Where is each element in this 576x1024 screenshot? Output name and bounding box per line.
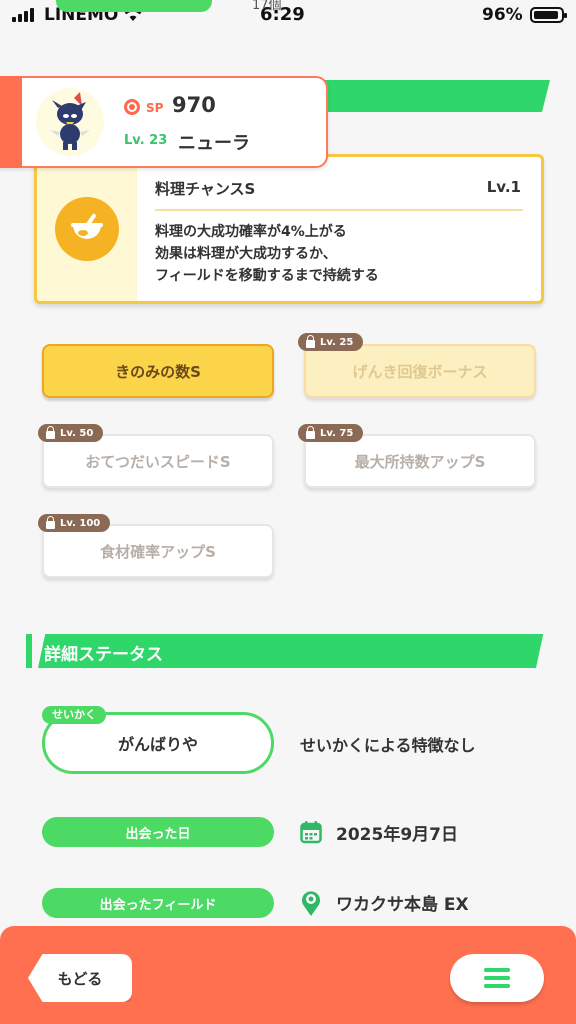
section-title: 詳細ステータス <box>44 645 163 665</box>
sub-skill-1-button[interactable]: きのみの数S <box>42 344 274 398</box>
sub-skill-4-button[interactable]: 最大所持数アップS <box>304 434 536 488</box>
main-skill-level: Lv.1 <box>486 178 521 196</box>
pokemon-avatar <box>36 88 104 156</box>
sub-skill-2-button[interactable]: げんき回復ボーナス <box>304 344 536 398</box>
lock-icon <box>46 425 55 439</box>
nature-effect: せいかくによる特徴なし <box>300 736 476 755</box>
lock-badge-lv25: Lv. 25 <box>298 333 364 351</box>
lock-icon <box>306 334 315 348</box>
main-skill-description: 料理の大成功確率が4%上がる 効果は料理が大成功するか、 フィールドを移動するま… <box>155 224 379 284</box>
met-field: ワカクサ本島 EX <box>336 895 469 915</box>
lock-icon <box>306 425 315 439</box>
sub-skill-label: げんき回復ボーナス <box>352 362 488 381</box>
lock-icon <box>46 515 55 529</box>
divider <box>155 209 523 211</box>
sub-skill-label: おてつだいスピードS <box>85 452 231 471</box>
skill-icon-area <box>37 157 137 301</box>
sub-skill-label: きのみの数S <box>115 362 201 381</box>
sp-icon <box>124 99 140 115</box>
main-skill-name: 料理チャンスS <box>155 180 256 198</box>
battery-icon <box>530 7 567 23</box>
met-date: 2025年9月7日 <box>336 825 458 845</box>
hamburger-icon <box>484 968 510 988</box>
sub-skill-3-button[interactable]: おてつだいスピードS <box>42 434 274 488</box>
cooking-pot-icon <box>55 197 119 261</box>
lock-badge-lv75: Lv. 75 <box>298 424 364 442</box>
sneasel-icon <box>50 92 90 150</box>
battery-percent: 96% <box>482 5 523 25</box>
signal-icon <box>12 8 34 22</box>
peek-text: 17個 <box>252 0 282 13</box>
pokemon-name: ニューラ <box>178 133 250 154</box>
met-date-label: 出会った日 <box>42 817 274 847</box>
lock-badge-lv100: Lv. 100 <box>38 514 111 532</box>
location-pin-icon <box>302 891 320 916</box>
sp-value: 970 <box>172 93 216 117</box>
sub-skill-5-button[interactable]: 食材確率アップS <box>42 524 274 578</box>
menu-button[interactable] <box>450 954 544 1002</box>
section-header-details: 詳細ステータス <box>26 634 544 668</box>
back-button[interactable]: もどる <box>28 954 132 1002</box>
pokemon-card[interactable]: SP 970 Lv. 23 ニューラ <box>0 76 328 168</box>
met-field-label: 出会ったフィールド <box>42 888 274 918</box>
pokemon-level: Lv. 23 <box>124 133 168 148</box>
lock-badge-lv50: Lv. 50 <box>38 424 104 442</box>
nature-tag: せいかく <box>42 706 106 724</box>
sub-skill-label: 食材確率アップS <box>100 542 216 561</box>
nature-value: がんばりや <box>117 735 198 754</box>
card-stripe <box>0 76 22 168</box>
sp-label: SP <box>146 101 164 115</box>
back-label: もどる <box>57 969 103 988</box>
sub-skill-label: 最大所持数アップS <box>354 452 486 471</box>
peek-pill <box>56 0 212 12</box>
main-skill-card[interactable]: 料理チャンスS Lv.1 料理の大成功確率が4%上がる 効果は料理が大成功するか… <box>34 154 544 304</box>
section-bar <box>26 634 32 668</box>
calendar-icon <box>300 821 322 844</box>
header-band <box>296 80 550 112</box>
